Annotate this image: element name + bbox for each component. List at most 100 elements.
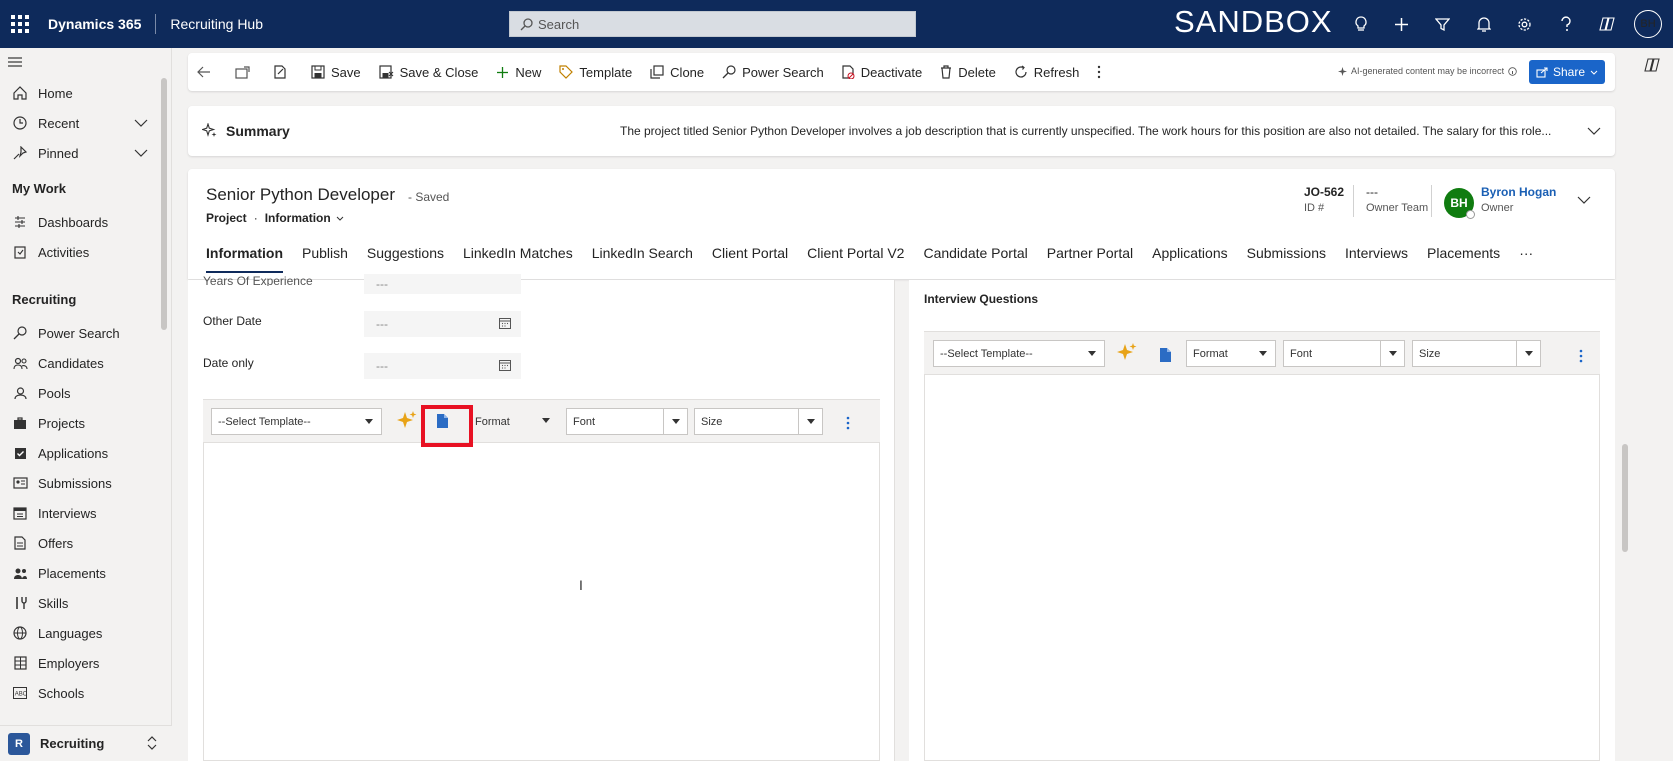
select-template-dropdown[interactable]: --Select Template--	[211, 408, 382, 435]
sidebar-item-pools[interactable]: Pools	[0, 378, 160, 408]
tab-placements[interactable]: Placements	[1427, 245, 1500, 273]
chevron-down-icon[interactable]	[134, 116, 148, 131]
copilot-pane-icon[interactable]	[1644, 58, 1660, 75]
refresh-label: Refresh	[1033, 64, 1080, 80]
sidebar-item-candidates[interactable]: Candidates	[0, 348, 160, 378]
font-dropdown[interactable]: Font	[566, 408, 688, 435]
other-date-input[interactable]: ---	[364, 311, 521, 337]
help-icon[interactable]	[1545, 16, 1586, 32]
hamburger-menu-icon[interactable]	[8, 56, 22, 71]
clone-button[interactable]: Clone	[641, 53, 713, 91]
sidebar-scrollbar[interactable]	[161, 78, 167, 330]
delete-label: Delete	[958, 64, 996, 80]
template-button[interactable]: Template	[550, 53, 641, 91]
more-tabs-icon[interactable]: ···	[1519, 245, 1533, 273]
calendar-icon[interactable]	[499, 359, 511, 374]
tab-partner-portal[interactable]: Partner Portal	[1047, 245, 1133, 273]
sidebar-item-pinned[interactable]: Pinned	[0, 138, 160, 168]
delete-button[interactable]: Delete	[931, 53, 1005, 91]
tab-information[interactable]: Information	[206, 245, 283, 273]
sidebar-item-home[interactable]: Home	[0, 78, 160, 108]
section-title-interview-questions: Interview Questions	[924, 292, 1039, 306]
product-name[interactable]: Dynamics 365	[48, 16, 141, 32]
rich-text-editor-body[interactable]	[203, 443, 880, 761]
tab-suggestions[interactable]: Suggestions	[367, 245, 444, 273]
copilot-icon[interactable]	[1586, 17, 1627, 31]
ai-sparkle-button[interactable]	[396, 410, 418, 435]
plus-icon[interactable]	[1381, 17, 1422, 32]
save-button[interactable]: Save	[302, 53, 370, 91]
font-dropdown[interactable]: Font	[1283, 340, 1405, 367]
sidebar-item-submissions[interactable]: Submissions	[0, 468, 160, 498]
form-selector[interactable]: Information	[265, 211, 344, 225]
new-button[interactable]: New	[487, 53, 550, 91]
ai-summary-panel[interactable]: Summary The project titled Senior Python…	[188, 106, 1615, 156]
calendar-icon[interactable]	[499, 317, 511, 332]
sidebar-item-languages[interactable]: Languages	[0, 618, 160, 648]
more-vertical-icon[interactable]	[846, 416, 850, 433]
owner-avatar[interactable]: BH	[1444, 188, 1475, 219]
deactivate-button[interactable]: Deactivate	[833, 53, 931, 91]
date-only-input[interactable]: ---	[364, 353, 521, 379]
field-label-years-of-experience: Years Of Experience	[203, 274, 313, 286]
document-button[interactable]	[1159, 347, 1172, 366]
tab-linkedin-search[interactable]: LinkedIn Search	[592, 245, 693, 273]
size-dropdown[interactable]: Size	[694, 408, 823, 435]
sidebar-item-label: Languages	[38, 625, 103, 641]
info-icon[interactable]	[1508, 66, 1517, 76]
id-value: JO-562	[1304, 185, 1345, 199]
tab-client-portal-v2[interactable]: Client Portal V2	[807, 245, 904, 273]
user-avatar[interactable]: BH	[1634, 10, 1662, 38]
sidebar-item-activities[interactable]: Activities	[0, 237, 160, 267]
sidebar-item-dashboards[interactable]: Dashboards	[0, 207, 160, 237]
sidebar-item-offers[interactable]: Offers	[0, 528, 160, 558]
more-vertical-icon[interactable]	[1579, 349, 1583, 366]
gear-icon[interactable]	[1504, 17, 1545, 32]
power-search-button[interactable]: Power Search	[713, 53, 833, 91]
sidebar-item-schools[interactable]: ABC Schools	[0, 678, 160, 708]
refresh-button[interactable]: Refresh	[1005, 53, 1089, 91]
chevron-down-icon[interactable]	[1587, 124, 1601, 139]
format-dropdown[interactable]: Format	[469, 408, 558, 435]
chevron-down-icon[interactable]	[1577, 193, 1591, 208]
owner-name-link[interactable]: Byron Hogan	[1481, 185, 1556, 199]
select-template-dropdown[interactable]: --Select Template--	[933, 340, 1105, 367]
size-dropdown[interactable]: Size	[1412, 340, 1541, 367]
sidebar-item-power-search[interactable]: Power Search	[0, 318, 160, 348]
sidebar-item-projects[interactable]: Projects	[0, 408, 160, 438]
chevron-down-icon[interactable]	[134, 146, 148, 161]
search-input[interactable]: Search	[509, 11, 916, 37]
save-close-button[interactable]: Save & Close	[370, 53, 488, 91]
sidebar-item-recent[interactable]: Recent	[0, 108, 160, 138]
globe-icon	[12, 626, 28, 640]
open-new-window-button[interactable]	[226, 53, 265, 91]
main-scrollbar[interactable]	[1622, 444, 1628, 552]
app-launcher-icon[interactable]	[0, 0, 40, 48]
share-button[interactable]: Share	[1529, 60, 1605, 84]
form-edit-button[interactable]	[265, 53, 302, 91]
sidebar-item-placements[interactable]: Placements	[0, 558, 160, 588]
id-card-icon	[12, 477, 28, 489]
format-dropdown[interactable]: Format	[1186, 340, 1276, 367]
years-of-experience-input[interactable]: ---	[364, 274, 521, 294]
tab-publish[interactable]: Publish	[302, 245, 348, 273]
sidebar-item-applications[interactable]: Applications	[0, 438, 160, 468]
ai-sparkle-button[interactable]	[1116, 342, 1138, 367]
tab-interviews[interactable]: Interviews	[1345, 245, 1408, 273]
app-name[interactable]: Recruiting Hub	[170, 16, 263, 32]
filter-icon[interactable]	[1422, 17, 1463, 32]
tab-candidate-portal[interactable]: Candidate Portal	[923, 245, 1027, 273]
bell-icon[interactable]	[1463, 16, 1504, 32]
tab-applications[interactable]: Applications	[1152, 245, 1228, 273]
rich-text-editor-body[interactable]	[924, 375, 1600, 761]
back-button[interactable]	[188, 53, 226, 91]
lightbulb-icon[interactable]	[1340, 16, 1381, 32]
sidebar-item-interviews[interactable]: Interviews	[0, 498, 160, 528]
area-switcher[interactable]: R Recruiting	[0, 725, 172, 761]
sidebar-item-skills[interactable]: Skills	[0, 588, 160, 618]
tab-client-portal[interactable]: Client Portal	[712, 245, 788, 273]
tab-submissions[interactable]: Submissions	[1247, 245, 1326, 273]
tab-linkedin-matches[interactable]: LinkedIn Matches	[463, 245, 573, 273]
more-commands-button[interactable]	[1088, 53, 1116, 91]
sidebar-item-employers[interactable]: Employers	[0, 648, 160, 678]
